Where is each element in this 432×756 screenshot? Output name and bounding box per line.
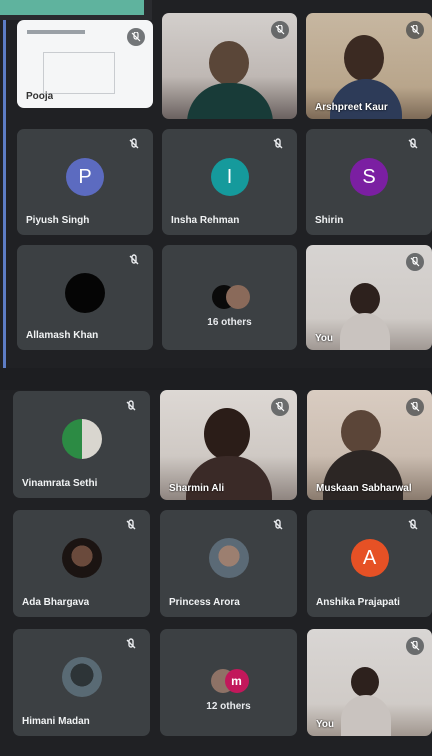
participant-head [209, 41, 249, 85]
slide-diagram [43, 52, 115, 94]
participant-head [350, 283, 380, 315]
self-video-tile[interactable]: You [306, 245, 432, 350]
participant-tile[interactable]: I Insha Rehman [162, 129, 297, 235]
participant-video-tile[interactable]: Sharmin Ali [160, 390, 297, 500]
participant-body [340, 313, 390, 350]
participant-video-tile[interactable]: Muskaan Sabharwal [307, 390, 432, 500]
participant-tile[interactable]: P Piyush Singh [17, 129, 153, 235]
avatar: I [210, 158, 249, 196]
others-count: 16 others [207, 317, 252, 328]
avatar [208, 538, 249, 578]
participant-body [330, 79, 402, 119]
participant-tile[interactable]: Ada Bhargava [13, 510, 150, 617]
tile-label: Insha Rehman [171, 215, 240, 226]
mic-off-icon [406, 21, 424, 39]
avatar: S [350, 158, 388, 196]
mic-off-icon [124, 400, 140, 416]
tile-label: Allamash Khan [26, 330, 99, 341]
participant-head [341, 410, 381, 454]
avatar [65, 273, 105, 313]
mic-off-icon [127, 138, 143, 154]
participant-tile[interactable]: Himani Madan [13, 629, 150, 736]
participant-body [187, 83, 273, 119]
tile-label: You [315, 333, 334, 344]
avatar [225, 285, 250, 309]
participant-tile[interactable]: Allamash Khan [17, 245, 153, 350]
tile-label: Shirin [315, 215, 344, 226]
participant-group-tile[interactable]: m 12 others [160, 629, 297, 736]
presentation-tile[interactable]: Pooja [17, 20, 153, 108]
tile-label: Anshika Prajapati [316, 597, 400, 608]
participant-video-tile[interactable] [162, 13, 297, 119]
mic-off-icon [406, 637, 424, 655]
tile-label: Ada Bhargava [22, 597, 90, 608]
mic-off-icon [406, 253, 424, 271]
tile-label: Arshpreet Kaur [315, 102, 388, 113]
participant-body [341, 695, 391, 736]
participant-head [344, 35, 384, 81]
grouped-avatars [211, 285, 250, 309]
mic-off-icon [124, 638, 140, 654]
tile-label: You [316, 719, 335, 730]
grouped-avatars: m [210, 669, 249, 693]
participant-tile[interactable]: A Anshika Prajapati [307, 510, 432, 617]
avatar [61, 538, 102, 578]
self-video-tile[interactable]: You [307, 629, 432, 736]
avatar [61, 419, 102, 459]
mic-off-icon [406, 398, 424, 416]
tile-label: Vinamrata Sethi [22, 478, 98, 489]
participant-video-tile[interactable]: Arshpreet Kaur [306, 13, 432, 119]
tile-label: Muskaan Sabharwal [316, 483, 412, 494]
participant-tile[interactable]: Princess Arora [160, 510, 297, 617]
mic-off-icon [127, 28, 145, 46]
mic-off-icon [271, 519, 287, 535]
tile-label: Pooja [26, 91, 54, 102]
avatar: P [66, 158, 104, 196]
participant-head [351, 667, 379, 697]
screen-share-divider [3, 20, 6, 368]
avatar [61, 657, 102, 697]
top-toolbar [0, 0, 152, 20]
tile-label: Piyush Singh [26, 215, 90, 226]
avatar: m [224, 669, 249, 693]
slide-title-line [27, 30, 85, 34]
participant-group-tile[interactable]: 16 others [162, 245, 297, 350]
mic-off-icon [406, 519, 422, 535]
participant-head [204, 408, 250, 460]
screenshot-gap [0, 368, 432, 390]
participant-tile[interactable]: Vinamrata Sethi [13, 391, 150, 498]
mic-off-icon [406, 138, 422, 154]
others-count: 12 others [206, 701, 251, 712]
mic-off-icon [124, 519, 140, 535]
mic-off-icon [271, 21, 289, 39]
tile-label: Sharmin Ali [169, 483, 225, 494]
participant-tile[interactable]: S Shirin [306, 129, 432, 235]
tile-label: Himani Madan [22, 716, 90, 727]
mic-off-icon [271, 138, 287, 154]
tile-label: Princess Arora [169, 597, 240, 608]
mic-off-icon [127, 254, 143, 270]
mic-off-icon [271, 398, 289, 416]
active-indicator [0, 0, 144, 15]
avatar: A [350, 539, 389, 577]
